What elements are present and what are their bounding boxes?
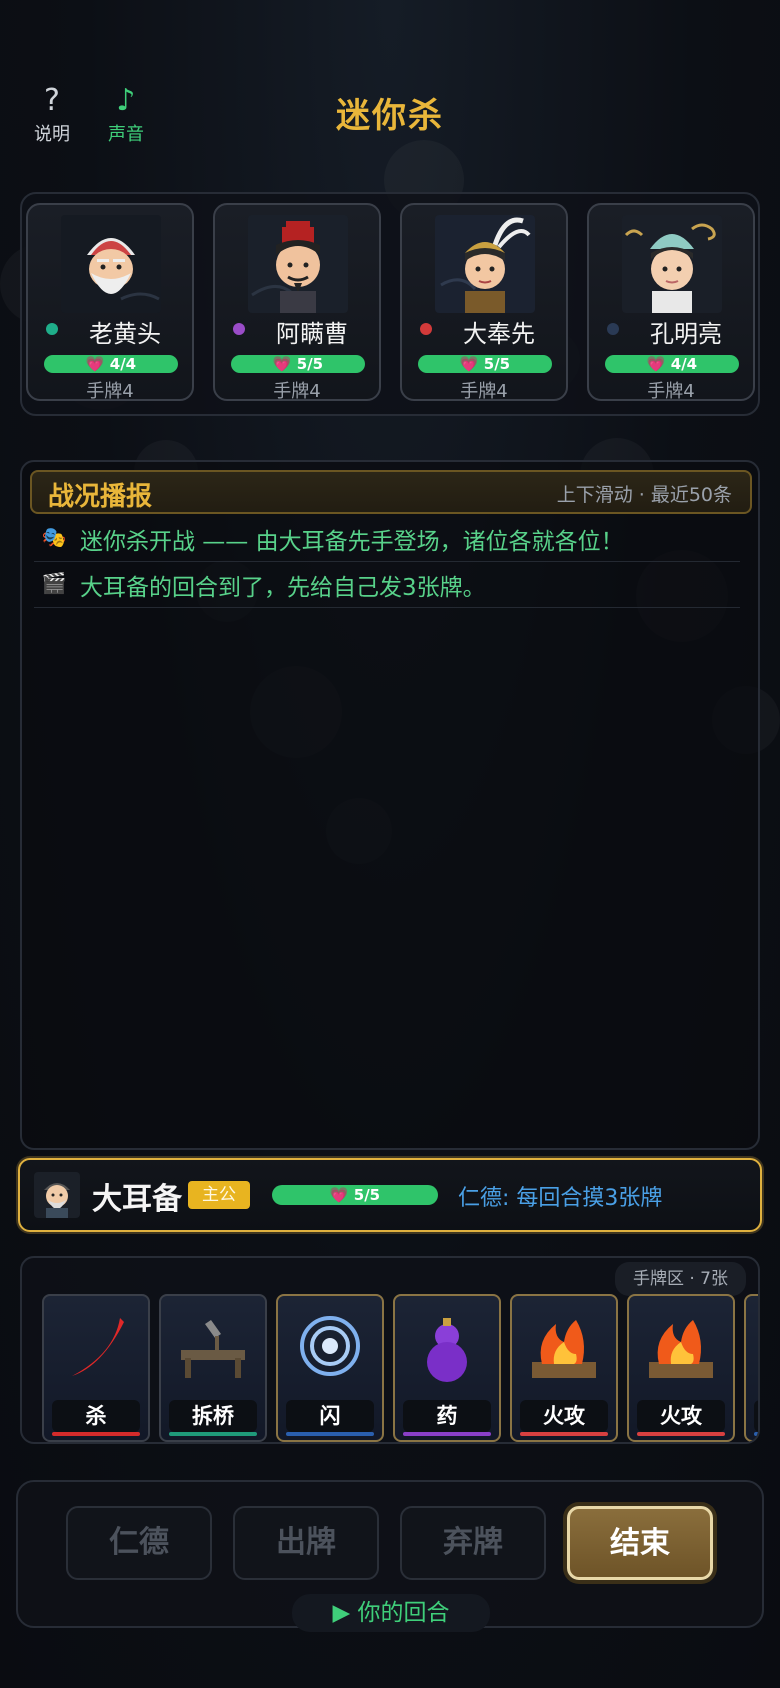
card-name: 火攻 (637, 1400, 725, 1432)
turn-status: ▶ 你的回合 (292, 1594, 490, 1632)
play-card-button[interactable]: 出牌 (233, 1506, 379, 1580)
faction-dot (233, 323, 245, 335)
card-type-stripe (637, 1432, 725, 1436)
hand-label: 手牌区 · 7张 (614, 1262, 746, 1296)
health-bar: 💗 5/5 (231, 355, 365, 373)
faction-dot (607, 323, 619, 335)
strategist-portrait (622, 215, 722, 313)
lord-name: 大耳备 (92, 1182, 182, 1217)
health-bar: 💗 5/5 (418, 355, 552, 373)
card-type-stripe (52, 1432, 140, 1436)
hand-card[interactable]: 药 (393, 1294, 501, 1442)
game-title: 迷你杀 (336, 96, 444, 136)
card-name: 拆桥 (169, 1400, 257, 1432)
hand-count: 手牌4 (460, 381, 508, 402)
lord-avatar (34, 1172, 80, 1218)
swirl-icon (300, 1316, 360, 1376)
warlord-portrait (248, 215, 348, 313)
player-card[interactable]: 老黄头 💗 4/4 手牌4 (26, 203, 194, 402)
card-name: 杀 (52, 1400, 140, 1432)
old-general-portrait (61, 215, 161, 313)
log-entry: 🎭 迷你杀开战 —— 由大耳备先手登场，诸位各就各位！ (34, 516, 740, 562)
player-card[interactable]: 阿瞒曹 💗 5/5 手牌4 (213, 203, 381, 402)
bridge-icon (181, 1320, 245, 1378)
end-turn-button[interactable]: 结束 (567, 1506, 713, 1580)
battle-log-header: 战况播报 上下滑动 · 最近50条 (30, 470, 752, 514)
hand-card[interactable]: 杀 (42, 1294, 150, 1442)
gourd-icon (427, 1318, 467, 1382)
battle-log-title: 战况播报 (48, 482, 153, 512)
theater-mask-icon: 🎭 (41, 525, 67, 549)
card-type-stripe (169, 1432, 257, 1436)
clapperboard-icon: 🎬 (41, 571, 67, 595)
card-type-stripe (520, 1432, 608, 1436)
hand-count: 手牌4 (86, 381, 134, 402)
role-badge: 主公 (188, 1181, 250, 1209)
blade-icon (72, 1318, 124, 1376)
log-text: 大耳备的回合到了，先给自己发3张牌。 (80, 575, 486, 601)
log-text: 迷你杀开战 —— 由大耳备先手登场，诸位各就各位！ (80, 529, 624, 555)
hand-card[interactable]: 火攻 (510, 1294, 618, 1442)
players-panel: 老黄头 💗 4/4 手牌4 阿瞒曹 💗 5/5 手牌4 大奉先 💗 5/5 手牌… (20, 192, 760, 416)
hand-card[interactable]: 拆桥 (159, 1294, 267, 1442)
lord-health-bar: 💗 5/5 (272, 1185, 438, 1205)
health-bar: 💗 4/4 (44, 355, 178, 373)
hand-panel: 手牌区 · 7张 杀 拆桥 闪 药 火攻 火攻 (20, 1256, 760, 1444)
card-name: 闪 (286, 1400, 374, 1432)
player-name: 阿瞒曹 (276, 320, 348, 348)
hand-card[interactable] (744, 1294, 760, 1442)
card-name: 药 (403, 1400, 491, 1432)
battle-log-panel[interactable]: 战况播报 上下滑动 · 最近50条 🎭 迷你杀开战 —— 由大耳备先手登场，诸位… (20, 460, 760, 1150)
hand-count: 手牌4 (273, 381, 321, 402)
rende-button[interactable]: 仁德 (66, 1506, 212, 1580)
card-name: 火攻 (520, 1400, 608, 1432)
card-type-stripe (286, 1432, 374, 1436)
player-name: 孔明亮 (650, 320, 722, 348)
hand-card[interactable]: 火攻 (627, 1294, 735, 1442)
swirl-icon (752, 1302, 760, 1394)
lord-player-bar: 大耳备 主公 💗 5/5 仁德: 每回合摸3张牌 (18, 1158, 762, 1232)
hand-count: 手牌4 (647, 381, 695, 402)
log-entry: 🎬 大耳备的回合到了，先给自己发3张牌。 (34, 562, 740, 608)
player-name: 老黄头 (89, 320, 161, 348)
fire-icon (532, 1320, 596, 1378)
fire-icon (649, 1320, 713, 1378)
health-bar: 💗 4/4 (605, 355, 739, 373)
lord-skill: 仁德: 每回合摸3张牌 (458, 1186, 663, 1211)
player-name: 大奉先 (463, 320, 535, 348)
card-type-stripe (403, 1432, 491, 1436)
battle-log-hint: 上下滑动 · 最近50条 (556, 484, 732, 506)
action-panel: 仁德 出牌 弃牌 结束 ▶ 你的回合 (16, 1480, 764, 1632)
player-card[interactable]: 孔明亮 💗 4/4 手牌4 (587, 203, 755, 402)
warrior-portrait (435, 215, 535, 313)
discard-button[interactable]: 弃牌 (400, 1506, 546, 1580)
hand-card[interactable]: 闪 (276, 1294, 384, 1442)
faction-dot (420, 323, 432, 335)
faction-dot (46, 323, 58, 335)
player-card[interactable]: 大奉先 💗 5/5 手牌4 (400, 203, 568, 402)
card-name (754, 1400, 758, 1432)
